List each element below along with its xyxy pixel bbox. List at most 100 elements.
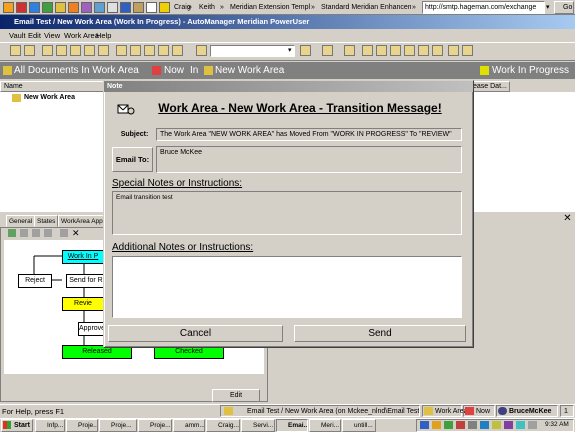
close-icon[interactable]: ✕: [562, 213, 573, 225]
additional-notes-textarea[interactable]: [112, 256, 462, 318]
menu-work-area[interactable]: Work Area: [64, 29, 99, 42]
state-node-review[interactable]: Revie: [62, 297, 104, 311]
workflow-1-icon[interactable]: [362, 45, 373, 56]
search-dropdown-icon[interactable]: ▾: [288, 45, 296, 57]
tab-general[interactable]: General: [6, 215, 36, 227]
menu-vault[interactable]: Vault: [9, 29, 26, 42]
edit-page-icon[interactable]: [107, 2, 118, 13]
details-view-icon[interactable]: [144, 45, 155, 56]
cancel-button[interactable]: Cancel: [108, 325, 283, 342]
state-node-approve[interactable]: Approve: [78, 322, 104, 336]
taskbar-item[interactable]: untill...: [342, 419, 376, 432]
go-button[interactable]: Go: [554, 1, 574, 14]
taskbar-item[interactable]: Proje...: [138, 419, 172, 432]
discuss-icon[interactable]: [120, 2, 131, 13]
taskbar-item[interactable]: amm...: [173, 419, 205, 432]
workflow-3-icon[interactable]: [390, 45, 401, 56]
messenger-icon[interactable]: [133, 2, 144, 13]
chevron-right-icon[interactable]: »: [412, 1, 416, 14]
binoculars-icon[interactable]: [196, 45, 207, 56]
history-icon[interactable]: [68, 2, 79, 13]
tab-states[interactable]: States: [34, 215, 59, 227]
up-folder-icon[interactable]: [130, 45, 141, 56]
print-icon[interactable]: [94, 2, 105, 13]
special-notes-textarea[interactable]: Email transition test: [112, 191, 462, 235]
tray-volume-icon[interactable]: [432, 421, 441, 429]
stop-icon[interactable]: [16, 2, 27, 13]
tray-app-icon[interactable]: [444, 421, 453, 429]
column-header-name[interactable]: Name: [0, 81, 108, 92]
tray-app-icon[interactable]: [456, 421, 465, 429]
close-icon[interactable]: ✕: [72, 228, 81, 238]
state-tool-icon[interactable]: [60, 229, 68, 237]
state-tool-icon[interactable]: [8, 229, 16, 237]
links-item-keith[interactable]: Keith: [197, 1, 221, 14]
menu-help[interactable]: Help: [96, 29, 111, 42]
favorites-icon[interactable]: [55, 2, 66, 13]
edit-button[interactable]: Edit: [212, 389, 260, 402]
state-node-reject[interactable]: Reject: [18, 274, 52, 288]
taskbar-item[interactable]: Infp...: [35, 419, 65, 432]
open-work-area-icon[interactable]: [448, 45, 459, 56]
workflow-4-icon[interactable]: [404, 45, 415, 56]
tree-view-icon[interactable]: [172, 45, 183, 56]
state-tool-icon[interactable]: [44, 229, 52, 237]
links-item-standard-enhancements[interactable]: Standard Meridian Enhancements: [319, 1, 411, 14]
tray-app-icon[interactable]: [468, 421, 477, 429]
cut-icon[interactable]: [70, 45, 81, 56]
state-tool-icon[interactable]: [32, 229, 40, 237]
send-button[interactable]: Send: [294, 325, 466, 342]
tray-app-icon[interactable]: [516, 421, 525, 429]
address-dropdown-icon[interactable]: ▾: [546, 2, 553, 13]
workflow-5-icon[interactable]: [418, 45, 429, 56]
menu-view[interactable]: View: [44, 29, 60, 42]
word-icon[interactable]: [146, 2, 157, 13]
new-icon[interactable]: [10, 45, 21, 56]
properties-icon[interactable]: [84, 45, 95, 56]
search-input[interactable]: [210, 45, 295, 57]
path-root[interactable]: All Documents In Work Area: [14, 62, 139, 79]
mail-icon[interactable]: [81, 2, 92, 13]
save-icon[interactable]: [24, 45, 35, 56]
column-header-release-date[interactable]: ease Dat...: [470, 81, 510, 92]
tab-workarea-approvals[interactable]: WorkArea Appr...: [58, 215, 104, 227]
state-tool-icon[interactable]: [20, 229, 28, 237]
tray-app-icon[interactable]: [480, 421, 489, 429]
scissors-icon[interactable]: [344, 45, 355, 56]
folder-icon[interactable]: [159, 2, 170, 13]
tray-app-icon[interactable]: [504, 421, 513, 429]
email-to-button[interactable]: Email To:: [112, 147, 153, 172]
list-view-icon[interactable]: [158, 45, 169, 56]
state-node-work-in-progress[interactable]: Work In P: [62, 250, 104, 264]
links-item-extension-templates[interactable]: Meridian Extension Templates: [228, 1, 310, 14]
path-area[interactable]: New Work Area: [215, 62, 284, 79]
taskbar-item-active[interactable]: Emai...: [276, 419, 308, 432]
chevron-right-icon[interactable]: »: [188, 1, 192, 14]
address-input[interactable]: http://smtp.hageman.com/exchange: [422, 1, 545, 14]
paste-icon[interactable]: [56, 45, 67, 56]
tray-network-icon[interactable]: [420, 421, 429, 429]
taskbar-item[interactable]: Craig...: [206, 419, 240, 432]
taskbar-item[interactable]: Proje...: [99, 419, 137, 432]
help-icon[interactable]: [322, 45, 333, 56]
email-to-field[interactable]: Bruce McKee: [156, 146, 462, 173]
chevron-right-icon[interactable]: »: [311, 1, 315, 14]
find-icon[interactable]: [300, 45, 311, 56]
menu-edit[interactable]: Edit: [28, 29, 41, 42]
copy-icon[interactable]: [42, 45, 53, 56]
subject-field[interactable]: The Work Area "NEW WORK AREA" has Moved …: [156, 128, 462, 141]
state-node-send-for-review[interactable]: Send for R: [66, 274, 106, 288]
taskbar-item[interactable]: Proje...: [66, 419, 98, 432]
open-folder-icon[interactable]: [116, 45, 127, 56]
taskbar-item[interactable]: Meri...: [309, 419, 341, 432]
workflow-2-icon[interactable]: [376, 45, 387, 56]
workflow-6-icon[interactable]: [432, 45, 443, 56]
ie-icon[interactable]: [3, 2, 14, 13]
tray-app-icon[interactable]: [492, 421, 501, 429]
tray-app-icon[interactable]: [528, 421, 537, 429]
home-icon[interactable]: [42, 2, 53, 13]
refresh-icon[interactable]: [29, 2, 40, 13]
chevron-right-icon[interactable]: »: [220, 1, 224, 14]
delete-icon[interactable]: [98, 45, 109, 56]
close-work-area-icon[interactable]: [462, 45, 473, 56]
